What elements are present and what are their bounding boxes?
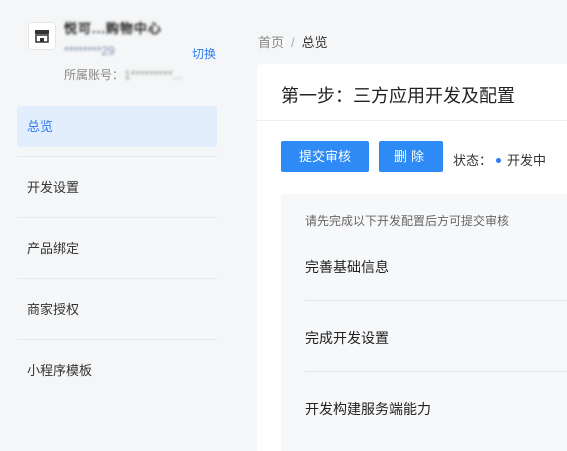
owner-value: 1*********...: [124, 68, 183, 82]
owner-account: 所属账号：1*********...: [64, 66, 183, 83]
divider: [305, 371, 567, 372]
sidebar-item-product-binding[interactable]: 产品绑定: [17, 228, 217, 279]
breadcrumb: 首页 / 总览: [258, 32, 328, 51]
sidebar: 悦可...购物中心 ********29 切换 所属账号：1*********.…: [0, 0, 232, 451]
sidebar-item-dev-settings[interactable]: 开发设置: [17, 167, 217, 218]
divider: [17, 217, 217, 218]
divider: [305, 300, 567, 301]
sidebar-item-label: 开发设置: [27, 180, 80, 195]
delete-button[interactable]: 删除: [379, 141, 443, 172]
divider: [17, 278, 217, 279]
breadcrumb-home[interactable]: 首页: [258, 35, 284, 50]
page-title: 第一步：三方应用开发及配置: [281, 86, 515, 106]
sidebar-item-overview[interactable]: 总览: [17, 106, 217, 157]
sidebar-item-label: 总览: [27, 119, 54, 134]
status-badge: 开发中: [507, 153, 547, 168]
avatar: [28, 22, 56, 50]
status-dot-icon: [496, 158, 502, 164]
switch-account-link[interactable]: 切换: [192, 45, 216, 62]
breadcrumb-separator: /: [291, 35, 295, 50]
divider: [257, 120, 567, 121]
sidebar-item-label: 产品绑定: [27, 241, 80, 256]
account-id: ********29: [64, 44, 115, 58]
account-name: 悦可...购物中心: [64, 21, 162, 36]
steps-panel: 请先完成以下开发配置后方可提交审核 完善基础信息 完成开发设置 开发构建服务端能…: [281, 194, 567, 451]
sidebar-item-miniapp-template[interactable]: 小程序模板: [17, 350, 217, 391]
step-server-capability[interactable]: 开发构建服务端能力: [305, 400, 567, 451]
step-label: 完善基础信息: [305, 259, 389, 275]
step-label: 完成开发设置: [305, 330, 389, 346]
steps-hint: 请先完成以下开发配置后方可提交审核: [305, 214, 510, 228]
account-panel: 悦可...购物中心 ********29 切换 所属账号：1*********.…: [28, 16, 228, 86]
divider: [17, 339, 217, 340]
store-icon: [35, 30, 49, 43]
sidebar-item-label: 小程序模板: [27, 363, 93, 378]
main-card: 第一步：三方应用开发及配置 提交审核 删除 状态： 开发中 请先完成以下开发配置后…: [257, 64, 567, 451]
sidebar-item-label: 商家授权: [27, 302, 80, 317]
sidebar-menu: 总览 开发设置 产品绑定 商家授权 小程序模板: [17, 106, 217, 411]
divider: [17, 156, 217, 157]
submit-review-button[interactable]: 提交审核: [281, 141, 369, 172]
step-label: 开发构建服务端能力: [305, 401, 431, 417]
status-label: 状态：: [453, 153, 493, 168]
breadcrumb-current: 总览: [301, 35, 328, 50]
status: 状态： 开发中: [453, 150, 546, 169]
owner-label: 所属账号：: [64, 68, 125, 82]
step-dev-settings[interactable]: 完成开发设置: [305, 329, 567, 400]
sidebar-item-merchant-auth[interactable]: 商家授权: [17, 289, 217, 340]
step-basic-info[interactable]: 完善基础信息: [305, 258, 567, 329]
